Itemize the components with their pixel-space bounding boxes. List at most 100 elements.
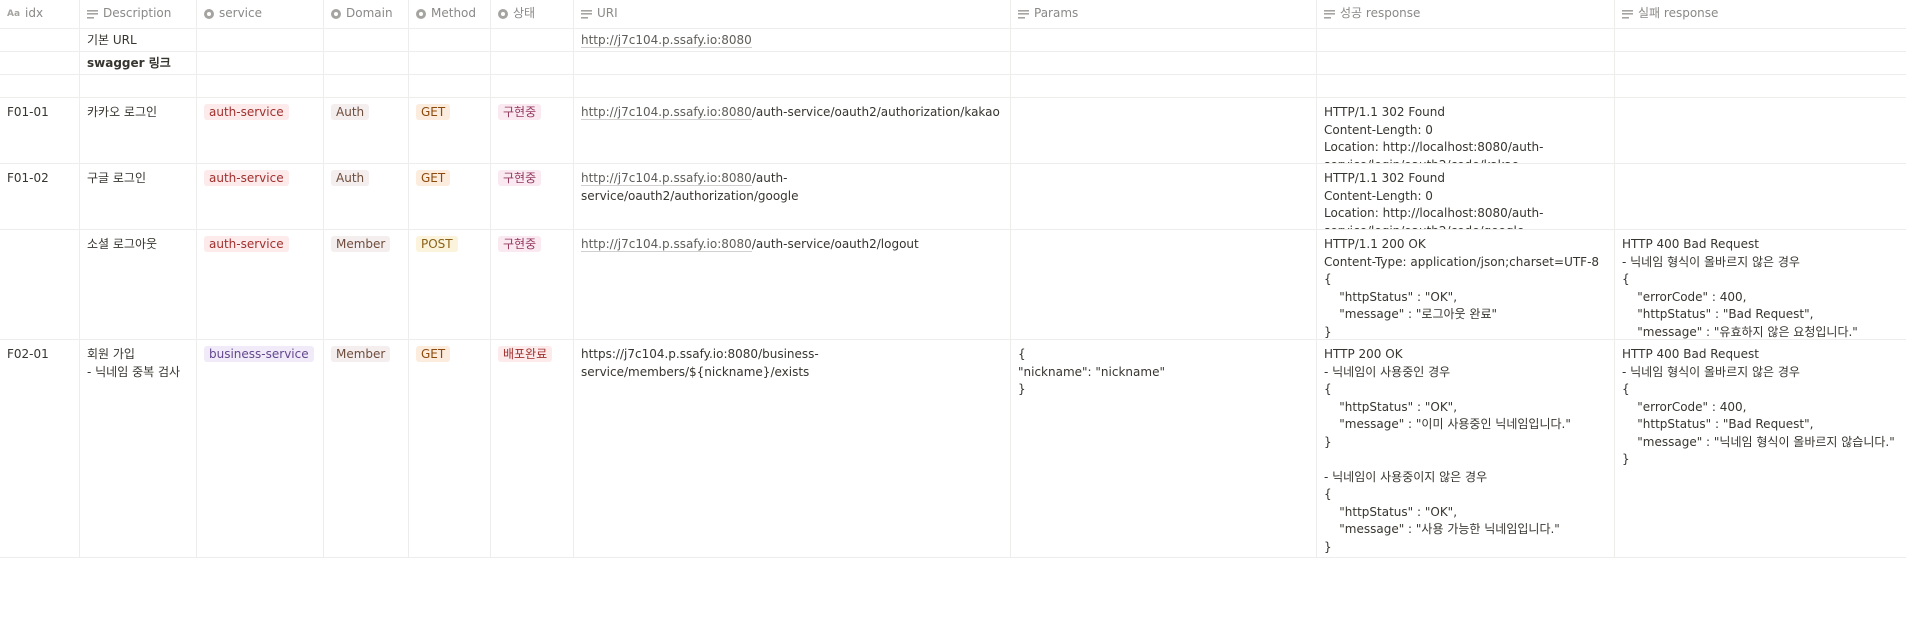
cell-description[interactable]: 기본 URL — [80, 29, 197, 51]
text-property-icon — [581, 9, 592, 19]
cell-method[interactable]: GET — [409, 98, 491, 163]
service-tag: auth-service — [204, 236, 289, 252]
cell-service[interactable] — [197, 29, 324, 51]
cell-description[interactable]: 카카오 로그인 — [80, 98, 197, 163]
cell-success-response[interactable]: HTTP 200 OK - 닉네임이 사용중인 경우 { "httpStatus… — [1317, 340, 1615, 557]
cell-state[interactable]: 배포완료 — [491, 340, 574, 557]
column-header-fail-response[interactable]: 실패 response — [1615, 0, 1906, 28]
cell-uri[interactable]: http://j7c104.p.ssafy.io:8080/auth-servi… — [574, 98, 1011, 163]
cell-idx[interactable]: F01-01 — [0, 98, 80, 163]
cell-state[interactable] — [491, 29, 574, 51]
uri-link[interactable]: http://j7c104.p.ssafy.io:8080 — [581, 171, 752, 186]
cell-success-response[interactable] — [1317, 75, 1615, 97]
cell-params[interactable]: { "nickname": "nickname" } — [1011, 340, 1317, 557]
cell-params[interactable] — [1011, 75, 1317, 97]
column-header-uri[interactable]: URI — [574, 0, 1011, 28]
cell-state[interactable] — [491, 52, 574, 74]
cell-description[interactable]: swagger 링크 — [80, 52, 197, 74]
column-header-method[interactable]: Method — [409, 0, 491, 28]
cell-service[interactable] — [197, 52, 324, 74]
cell-success-response[interactable] — [1317, 29, 1615, 51]
cell-success-response[interactable]: HTTP/1.1 302 Found Content-Length: 0 Loc… — [1317, 164, 1615, 229]
column-header-idx[interactable]: Aa idx — [0, 0, 80, 28]
cell-state[interactable] — [491, 75, 574, 97]
table-row[interactable]: F02-01 회원 가입 - 닉네임 중복 검사 business-servic… — [0, 340, 1906, 558]
cell-method[interactable]: GET — [409, 164, 491, 229]
cell-params[interactable] — [1011, 230, 1317, 339]
api-spec-table: Aa idx Description service Domain Method… — [0, 0, 1906, 558]
cell-uri[interactable]: https://j7c104.p.ssafy.io:8080/business-… — [574, 340, 1011, 557]
table-row[interactable]: 기본 URL http://j7c104.p.ssafy.io:8080 — [0, 29, 1906, 52]
table-row[interactable]: swagger 링크 — [0, 52, 1906, 75]
column-label: idx — [25, 6, 44, 21]
column-label: 상태 — [513, 6, 536, 21]
column-header-state[interactable]: 상태 — [491, 0, 574, 28]
cell-state[interactable]: 구현중 — [491, 164, 574, 229]
column-header-description[interactable]: Description — [80, 0, 197, 28]
cell-fail-response[interactable]: HTTP 400 Bad Request - 닉네임 형식이 올바르지 않은 경… — [1615, 230, 1906, 339]
cell-params[interactable] — [1011, 98, 1317, 163]
cell-method[interactable]: GET — [409, 340, 491, 557]
select-property-icon — [204, 9, 214, 19]
cell-uri[interactable]: http://j7c104.p.ssafy.io:8080/auth-servi… — [574, 230, 1011, 339]
column-header-params[interactable]: Params — [1011, 0, 1317, 28]
table-row[interactable]: F01-01 카카오 로그인 auth-service Auth GET 구현중… — [0, 98, 1906, 164]
cell-uri[interactable] — [574, 75, 1011, 97]
column-header-domain[interactable]: Domain — [324, 0, 409, 28]
cell-state[interactable]: 구현중 — [491, 98, 574, 163]
cell-idx[interactable]: F02-01 — [0, 340, 80, 557]
cell-idx[interactable] — [0, 52, 80, 74]
column-label: Domain — [346, 6, 393, 21]
cell-description[interactable]: 소셜 로그아웃 — [80, 230, 197, 339]
cell-fail-response[interactable] — [1615, 98, 1906, 163]
cell-params[interactable] — [1011, 164, 1317, 229]
cell-description[interactable]: 회원 가입 - 닉네임 중복 검사 — [80, 340, 197, 557]
uri-link[interactable]: http://j7c104.p.ssafy.io:8080 — [581, 33, 752, 48]
domain-tag: Member — [331, 346, 391, 362]
table-row[interactable]: 소셜 로그아웃 auth-service Member POST 구현중 htt… — [0, 230, 1906, 340]
cell-idx[interactable] — [0, 230, 80, 339]
cell-fail-response[interactable]: HTTP 400 Bad Request - 닉네임 형식이 올바르지 않은 경… — [1615, 340, 1906, 557]
state-tag: 구현중 — [498, 170, 542, 186]
cell-success-response[interactable]: HTTP/1.1 200 OK Content-Type: applicatio… — [1317, 230, 1615, 339]
cell-success-response[interactable]: HTTP/1.1 302 Found Content-Length: 0 Loc… — [1317, 98, 1615, 163]
cell-domain[interactable] — [324, 75, 409, 97]
cell-service[interactable]: auth-service — [197, 98, 324, 163]
cell-method[interactable] — [409, 75, 491, 97]
uri-link[interactable]: http://j7c104.p.ssafy.io:8080 — [581, 237, 752, 252]
cell-description[interactable]: 구글 로그인 — [80, 164, 197, 229]
cell-params[interactable] — [1011, 29, 1317, 51]
uri-link[interactable]: http://j7c104.p.ssafy.io:8080 — [581, 105, 752, 120]
cell-idx[interactable]: F01-02 — [0, 164, 80, 229]
cell-uri[interactable]: http://j7c104.p.ssafy.io:8080 — [574, 29, 1011, 51]
cell-fail-response[interactable] — [1615, 164, 1906, 229]
column-header-service[interactable]: service — [197, 0, 324, 28]
cell-idx[interactable] — [0, 75, 80, 97]
cell-domain[interactable] — [324, 52, 409, 74]
cell-state[interactable]: 구현중 — [491, 230, 574, 339]
cell-domain[interactable]: Member — [324, 230, 409, 339]
cell-description[interactable] — [80, 75, 197, 97]
column-header-success-response[interactable]: 성공 response — [1317, 0, 1615, 28]
cell-service[interactable] — [197, 75, 324, 97]
table-row[interactable]: F01-02 구글 로그인 auth-service Auth GET 구현중 … — [0, 164, 1906, 230]
table-row[interactable] — [0, 75, 1906, 98]
cell-service[interactable]: auth-service — [197, 230, 324, 339]
cell-domain[interactable] — [324, 29, 409, 51]
cell-fail-response[interactable] — [1615, 52, 1906, 74]
cell-service[interactable]: auth-service — [197, 164, 324, 229]
cell-method[interactable] — [409, 29, 491, 51]
cell-service[interactable]: business-service — [197, 340, 324, 557]
cell-success-response[interactable] — [1317, 52, 1615, 74]
cell-params[interactable] — [1011, 52, 1317, 74]
cell-domain[interactable]: Auth — [324, 98, 409, 163]
cell-method[interactable]: POST — [409, 230, 491, 339]
cell-method[interactable] — [409, 52, 491, 74]
cell-domain[interactable]: Auth — [324, 164, 409, 229]
cell-uri[interactable]: http://j7c104.p.ssafy.io:8080/auth-servi… — [574, 164, 1011, 229]
cell-idx[interactable] — [0, 29, 80, 51]
cell-fail-response[interactable] — [1615, 75, 1906, 97]
cell-fail-response[interactable] — [1615, 29, 1906, 51]
cell-domain[interactable]: Member — [324, 340, 409, 557]
cell-uri[interactable] — [574, 52, 1011, 74]
